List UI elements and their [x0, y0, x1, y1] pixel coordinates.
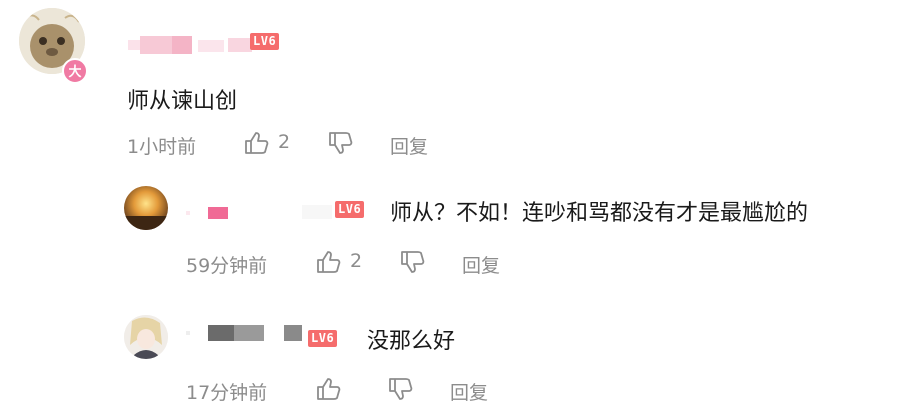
thumbs-down-icon — [401, 251, 425, 273]
dislike-button[interactable] — [388, 377, 414, 403]
like-button[interactable] — [316, 377, 342, 401]
dislike-button[interactable] — [400, 250, 426, 276]
thumbs-up-icon — [317, 378, 341, 400]
reply-time: 59分钟前 — [186, 255, 268, 277]
comment-text: 师从谏山创 — [127, 89, 238, 114]
reply-text: 师从？不如！连吵和骂都没有才是最尴尬的 — [390, 201, 809, 226]
reply-username-masked[interactable] — [186, 323, 326, 343]
reply-avatar[interactable] — [124, 315, 168, 359]
reply-button[interactable]: 回复 — [390, 132, 428, 159]
thumbs-up-icon — [245, 132, 269, 154]
thumbs-down-icon — [389, 378, 413, 400]
level-badge: LV6 — [308, 330, 338, 347]
username-masked[interactable] — [128, 36, 258, 54]
reply-button[interactable]: 回复 — [462, 251, 500, 278]
reply-text: 没那么好 — [367, 329, 456, 354]
reply-username-masked[interactable] — [186, 203, 336, 221]
reply-avatar[interactable] — [124, 186, 168, 230]
reply-button[interactable]: 回复 — [450, 378, 488, 405]
like-count: 2 — [350, 250, 363, 272]
comment-time: 1小时前 — [127, 136, 197, 158]
like-count: 2 — [278, 131, 291, 153]
level-badge: LV6 — [250, 33, 280, 50]
thumbs-down-icon — [329, 132, 353, 154]
dislike-button[interactable] — [328, 131, 354, 157]
like-button[interactable] — [316, 250, 342, 274]
level-badge: LV6 — [335, 201, 365, 218]
like-button[interactable] — [244, 131, 270, 155]
thumbs-up-icon — [317, 251, 341, 273]
reply-time: 17分钟前 — [186, 382, 268, 404]
avatar-badge: 大 — [62, 58, 88, 84]
